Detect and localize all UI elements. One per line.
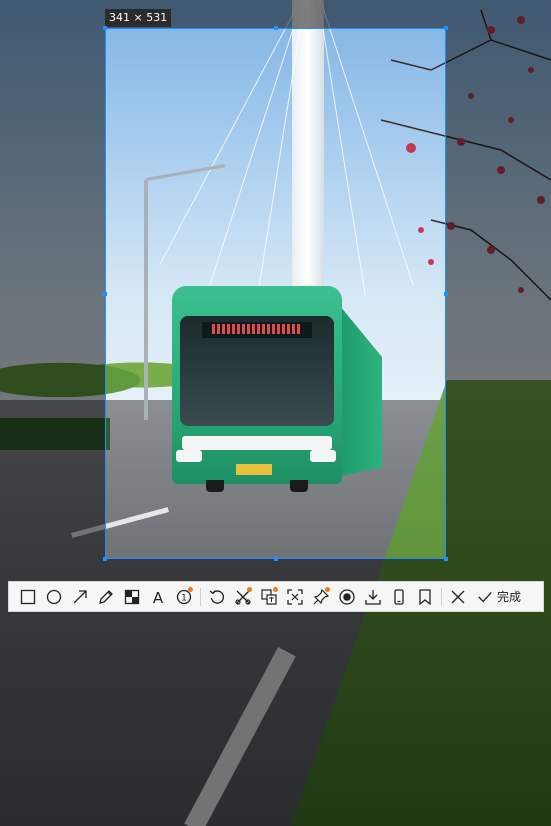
pin-button[interactable]: [308, 584, 334, 610]
record-icon: [339, 588, 355, 605]
ellipse-tool-button[interactable]: [41, 584, 67, 610]
scan-icon: [287, 588, 303, 605]
resize-handle-left[interactable]: [103, 292, 107, 296]
done-label: 完成: [497, 590, 522, 604]
mosaic-tool-button[interactable]: [119, 584, 145, 610]
record-button[interactable]: [334, 584, 360, 610]
text-tool-button[interactable]: A: [145, 584, 171, 610]
cancel-button[interactable]: [445, 584, 471, 610]
dim-overlay: [446, 28, 551, 559]
toolbar-divider: [200, 587, 201, 606]
resize-handle-bottom[interactable]: [274, 557, 278, 561]
selection-size-label: 341 × 531: [105, 9, 172, 27]
scan-button[interactable]: [282, 584, 308, 610]
new-badge: [188, 586, 193, 592]
number-marker-tool-button[interactable]: 1: [171, 584, 197, 610]
capture-selection-area[interactable]: [103, 26, 448, 561]
new-badge: [247, 586, 252, 592]
svg-text:1: 1: [181, 593, 187, 603]
resize-handle-bottom-left[interactable]: [103, 557, 107, 561]
screenshot-toolbar: A 1 完成: [8, 581, 544, 612]
close-icon: [451, 590, 465, 603]
rectangle-icon: [20, 589, 36, 604]
send-to-phone-button[interactable]: [386, 584, 412, 610]
undo-icon: [209, 589, 225, 604]
pencil-icon: [99, 589, 113, 604]
bookmark-button[interactable]: [412, 584, 438, 610]
pencil-tool-button[interactable]: [93, 584, 119, 610]
dim-overlay: [0, 28, 105, 559]
arrow-tool-button[interactable]: [67, 584, 93, 610]
resize-handle-top-right[interactable]: [444, 26, 448, 30]
resize-handle-bottom-right[interactable]: [444, 557, 448, 561]
rectangle-tool-button[interactable]: [15, 584, 41, 610]
cut-ocr-button[interactable]: [230, 584, 256, 610]
new-badge: [273, 586, 278, 592]
resize-handle-top-left[interactable]: [103, 26, 107, 30]
mosaic-icon: [124, 589, 140, 604]
dim-overlay: [0, 0, 551, 28]
download-button[interactable]: [360, 584, 386, 610]
text-icon: A: [153, 589, 164, 606]
check-icon: [478, 591, 492, 602]
undo-button[interactable]: [204, 584, 230, 610]
done-button[interactable]: 完成: [471, 584, 527, 610]
bookmark-icon: [419, 588, 431, 605]
arrow-icon: [73, 589, 87, 603]
new-badge: [325, 586, 330, 592]
resize-handle-top[interactable]: [274, 26, 278, 30]
svg-text:A: A: [153, 589, 164, 606]
phone-icon: [394, 588, 404, 605]
toolbar-divider: [441, 587, 442, 606]
download-icon: [365, 589, 381, 605]
ellipse-icon: [46, 589, 62, 604]
resize-handle-right[interactable]: [444, 292, 448, 296]
translate-button[interactable]: [256, 584, 282, 610]
